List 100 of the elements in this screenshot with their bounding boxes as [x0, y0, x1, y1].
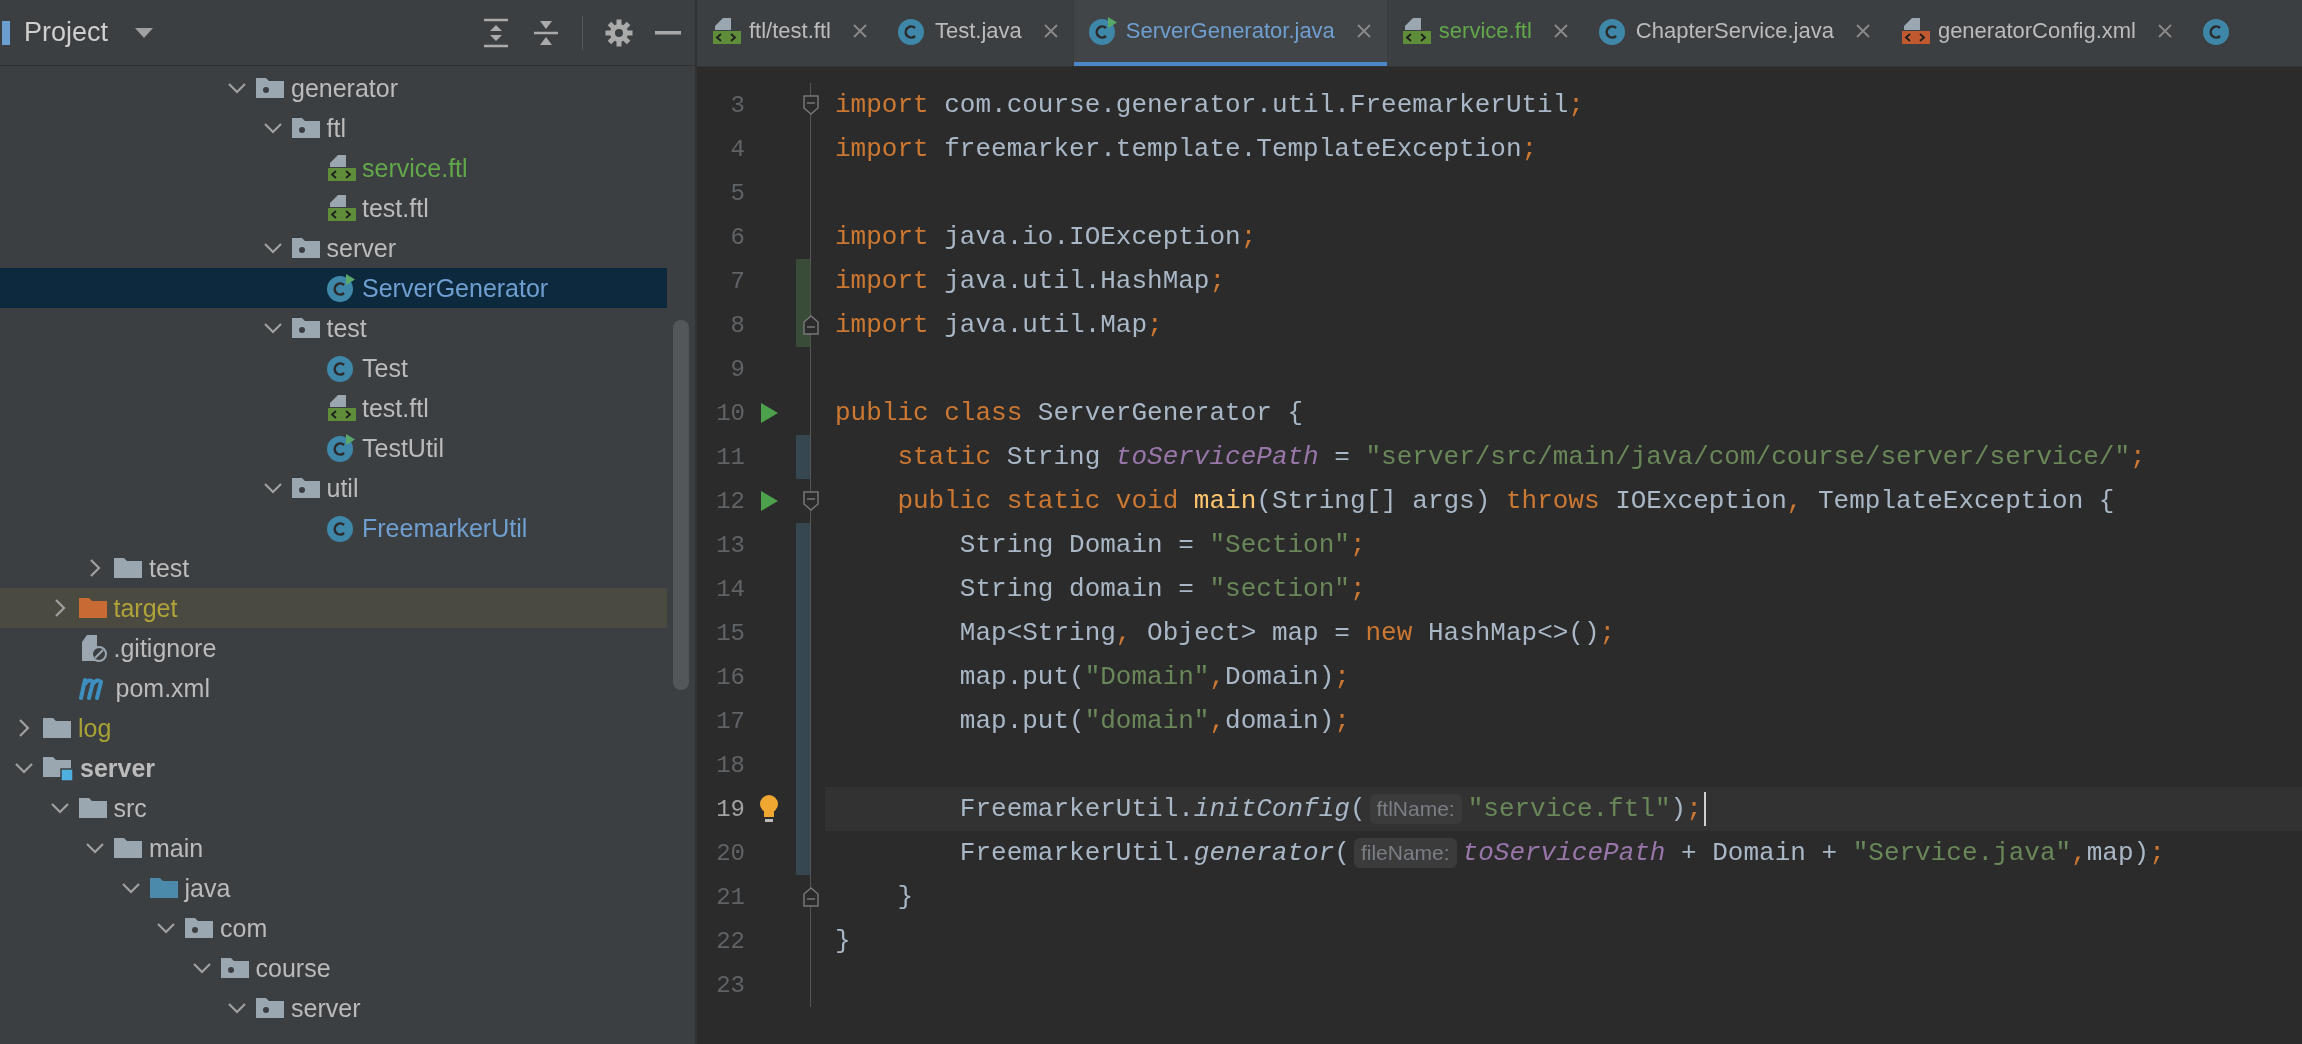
tree-row[interactable]: test	[0, 548, 667, 588]
expand-all-icon[interactable]	[482, 17, 510, 48]
collapsed-chevron-icon[interactable]	[88, 558, 102, 578]
line-number: 3	[729, 90, 745, 121]
tree-row[interactable]: ftl	[0, 108, 667, 148]
close-icon[interactable]	[1553, 24, 1568, 38]
tree-item-label: test.ftl	[362, 393, 429, 423]
minimize-icon[interactable]	[655, 29, 681, 36]
tree-row[interactable]: com	[0, 908, 667, 948]
tree-item-label: test.ftl	[362, 193, 429, 223]
tree-row[interactable]: util	[0, 468, 667, 508]
collapsed-chevron-icon[interactable]	[17, 718, 31, 738]
fold-marker-icon[interactable]	[803, 491, 819, 511]
lightbulb-icon[interactable]	[758, 794, 780, 824]
class-icon	[896, 16, 927, 46]
run-icon[interactable]	[759, 490, 779, 512]
code-line: public class ServerGenerator {	[834, 397, 1305, 430]
panel-title: Project	[24, 17, 109, 48]
code-line: FreemarkerUtil.generator( fileName: toServicePath + Domain + "Service.java",map);	[958, 837, 2166, 870]
tree-row[interactable]: test	[0, 308, 667, 348]
editor-tab[interactable]: ServerGenerator.java	[1073, 0, 1387, 66]
expanded-chevron-icon[interactable]	[85, 841, 105, 855]
tree-row[interactable]: server	[0, 228, 667, 268]
template-file-icon	[711, 16, 741, 46]
tree-row[interactable]: test.ftl	[0, 388, 667, 428]
expanded-chevron-icon[interactable]	[227, 1001, 247, 1015]
line-number: 13	[715, 530, 745, 561]
tree-row[interactable]: server	[0, 988, 667, 1028]
tree-row[interactable]: service.ftl	[0, 148, 667, 188]
code-line: import freemarker.template.TemplateException;	[834, 133, 1539, 166]
tree-row[interactable]: generator	[0, 68, 667, 108]
fold-end-icon[interactable]	[803, 887, 819, 907]
scrollbar[interactable]	[673, 320, 689, 690]
line-number: 15	[715, 618, 745, 649]
dropdown-icon[interactable]	[134, 26, 155, 39]
expanded-chevron-icon[interactable]	[191, 961, 212, 975]
editor-tab[interactable]: generatorConfig.xml	[1885, 0, 2188, 66]
expanded-chevron-icon[interactable]	[49, 801, 70, 815]
tree-item-label: course	[255, 953, 331, 983]
code-line: map.put("Domain",Domain);	[958, 661, 1351, 694]
tree-item-label: util	[326, 473, 359, 503]
code-line: public static void main(String[] args) throws IOException, TemplateException {	[896, 485, 2116, 518]
code-line: Map<String, Object> map = new HashMap<>();	[958, 617, 1617, 650]
collapsed-chevron-icon[interactable]	[52, 598, 67, 618]
expanded-chevron-icon[interactable]	[262, 241, 283, 255]
line-number: 9	[729, 354, 745, 385]
tree-row[interactable]: Test	[0, 348, 667, 388]
package-icon	[290, 315, 321, 341]
tree-row[interactable]: server	[0, 748, 667, 788]
expanded-chevron-icon[interactable]	[262, 481, 283, 495]
expanded-chevron-icon[interactable]	[120, 881, 141, 895]
line-number: 6	[729, 222, 745, 253]
tree-item-label: test	[326, 313, 367, 343]
tree-row[interactable]: test.ftl	[0, 188, 667, 228]
editor-tab[interactable]: service.ftl	[1386, 0, 1584, 66]
settings-icon[interactable]	[605, 18, 633, 47]
tree-row[interactable]: course	[0, 948, 667, 988]
tree-row[interactable]: log	[0, 708, 667, 748]
code-line: }	[896, 881, 914, 914]
tree-item-label: ftl	[326, 113, 346, 143]
class-icon	[2202, 16, 2232, 46]
module-folder-icon	[42, 754, 74, 782]
editor-tab[interactable]: ftl/test.ftl	[697, 0, 883, 66]
tree-row[interactable]: .gitignore	[0, 628, 667, 668]
close-icon[interactable]	[2158, 24, 2172, 38]
tree-row[interactable]: TestUtil	[0, 428, 667, 468]
tree-row[interactable]: src	[0, 788, 667, 828]
package-icon	[290, 235, 321, 261]
tree-row[interactable]: java	[0, 868, 667, 908]
tree-row[interactable]: main	[0, 828, 667, 868]
code-line: String domain = "section";	[958, 573, 1367, 606]
package-icon	[255, 75, 285, 101]
fold-end-icon[interactable]	[803, 315, 819, 335]
editor-tab[interactable]: Test.java	[882, 0, 1074, 66]
expanded-chevron-icon[interactable]	[14, 761, 34, 775]
fold-marker-icon[interactable]	[803, 95, 819, 115]
close-icon[interactable]	[1043, 24, 1058, 38]
tree-row[interactable]: pom.xml	[0, 668, 667, 708]
code-line: import java.io.IOException;	[834, 221, 1258, 254]
expanded-chevron-icon[interactable]	[262, 121, 283, 135]
expanded-chevron-icon[interactable]	[227, 81, 247, 95]
class-icon	[326, 513, 356, 543]
package-icon	[184, 915, 214, 941]
tree-row[interactable]: FreemarkerUtil	[0, 508, 667, 548]
line-number: 11	[715, 442, 745, 473]
expanded-chevron-icon[interactable]	[262, 321, 283, 335]
close-icon[interactable]	[1855, 24, 1870, 38]
editor-tab[interactable]: ChapterService.java	[1583, 0, 1886, 66]
tree-row[interactable]: target	[0, 588, 667, 628]
class-icon	[326, 353, 356, 383]
run-icon[interactable]	[759, 402, 779, 424]
line-number: 20	[715, 838, 745, 869]
expanded-chevron-icon[interactable]	[156, 921, 176, 935]
close-icon[interactable]	[1356, 24, 1371, 38]
template-file-icon	[1400, 16, 1431, 46]
tree-row[interactable]: ServerGenerator	[0, 268, 667, 308]
folder-icon	[77, 595, 108, 621]
folder-icon	[113, 835, 143, 861]
close-icon[interactable]	[852, 24, 867, 38]
line-number: 23	[715, 970, 745, 1001]
